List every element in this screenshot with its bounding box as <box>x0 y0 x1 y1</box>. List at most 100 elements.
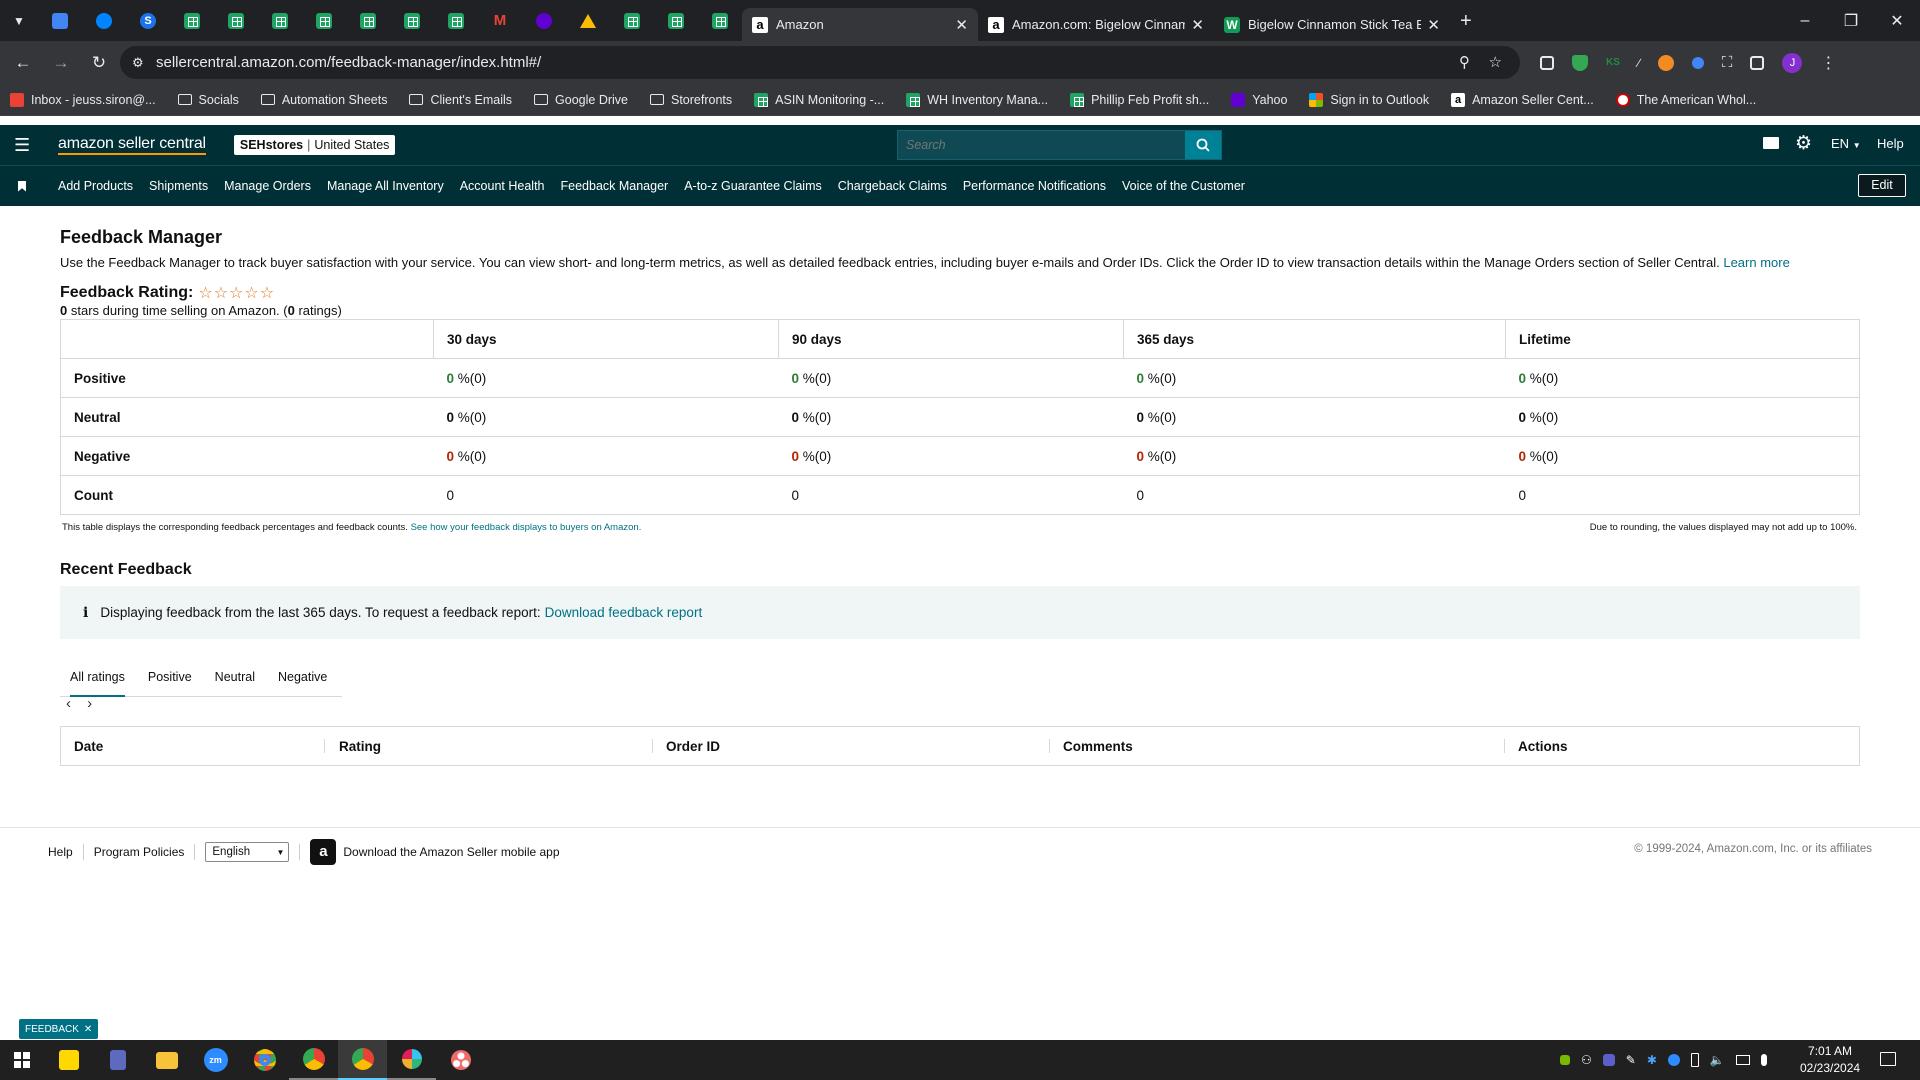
bookmark-storefronts[interactable]: Storefronts <box>650 93 732 107</box>
address-bar[interactable]: ⚙ sellercentral.amazon.com/feedback-mana… <box>120 46 1520 79</box>
pinned-tab-sheets[interactable] <box>434 0 478 41</box>
download-feedback-report-link[interactable]: Download feedback report <box>545 605 703 620</box>
column-rating[interactable]: Rating <box>339 739 381 754</box>
browser-tab-amazon[interactable]: a Amazon ✕ <box>742 8 978 41</box>
battery-icon[interactable] <box>1690 1053 1699 1067</box>
profile-avatar[interactable]: J <box>1782 52 1803 73</box>
nvidia-icon[interactable] <box>1560 1055 1570 1065</box>
close-tab-icon[interactable]: ✕ <box>1427 16 1440 34</box>
bookmark-yahoo[interactable]: Yahoo <box>1231 92 1287 107</box>
nav-feedback-manager[interactable]: Feedback Manager <box>561 179 669 193</box>
pinned-tab-s[interactable]: S <box>126 0 170 41</box>
tab-search-button[interactable]: ▼ <box>0 0 38 41</box>
extension-blue-icon[interactable] <box>1691 56 1704 69</box>
taskbar-chrome-1[interactable] <box>240 1040 289 1080</box>
search-button[interactable] <box>1185 131 1221 159</box>
zoom-icon[interactable]: ⚲ <box>1459 46 1470 79</box>
tab-neutral[interactable]: Neutral <box>215 670 255 684</box>
column-order-id[interactable]: Order ID <box>666 739 720 754</box>
amazon-seller-app-icon[interactable]: a <box>310 839 337 865</box>
taskbar-sticky-notes[interactable] <box>44 1040 93 1080</box>
restore-icon[interactable]: ❐ <box>1828 11 1874 31</box>
extensions-puzzle-icon[interactable]: ⛶ <box>1722 54 1733 71</box>
extension-orange-icon[interactable] <box>1657 54 1674 71</box>
bookmark-american-wholesale[interactable]: The American Whol... <box>1615 92 1756 107</box>
taskbar-chrome-2[interactable] <box>289 1040 338 1080</box>
taskbar-calculator[interactable] <box>93 1040 142 1080</box>
taskbar-zoom[interactable]: zm <box>191 1040 240 1080</box>
pinned-tab-gmail[interactable]: M <box>478 0 522 41</box>
pinned-tab-yahoo[interactable] <box>522 0 566 41</box>
microphone-icon[interactable] <box>1760 1054 1767 1066</box>
pinned-tab-docs[interactable] <box>38 0 82 41</box>
bookmark-automation-sheets[interactable]: Automation Sheets <box>260 93 387 107</box>
bookmark-clients-emails[interactable]: Client's Emails <box>409 93 512 107</box>
edit-nav-button[interactable]: Edit <box>1858 174 1906 197</box>
nav-a-to-z-claims[interactable]: A-to-z Guarantee Claims <box>684 179 822 193</box>
nav-manage-orders[interactable]: Manage Orders <box>224 179 311 193</box>
nav-voice-of-customer[interactable]: Voice of the Customer <box>1122 179 1245 193</box>
feedback-display-link[interactable]: See how your feedback displays to buyers… <box>411 522 642 533</box>
bookmark-outlook[interactable]: Sign in to Outlook <box>1309 92 1429 107</box>
bookmark-phillip-profit[interactable]: Phillip Feb Profit sh... <box>1070 92 1209 107</box>
feedback-badge[interactable]: FEEDBACK ✕ <box>19 1019 99 1039</box>
taskbar-file-explorer[interactable] <box>142 1040 191 1080</box>
nav-add-products[interactable]: Add Products <box>58 179 133 193</box>
pinned-tab-sheets[interactable] <box>170 0 214 41</box>
bookmark-asin-monitoring[interactable]: ASIN Monitoring -... <box>754 92 884 107</box>
chevron-left-icon[interactable]: ‹ <box>66 695 71 712</box>
settings-gear-icon[interactable]: ⚙ <box>1795 132 1812 155</box>
pinned-tab-sheets[interactable] <box>214 0 258 41</box>
new-tab-button[interactable]: + <box>1460 10 1472 33</box>
windows-start-button[interactable] <box>0 1040 44 1080</box>
extension-ks-icon[interactable]: KS <box>1606 57 1620 68</box>
store-marketplace-selector[interactable]: SEHstores | United States <box>233 135 396 155</box>
hamburger-menu-icon[interactable]: ☰ <box>14 135 46 156</box>
nav-manage-all-inventory[interactable]: Manage All Inventory <box>327 179 444 193</box>
side-panel-icon[interactable] <box>1750 55 1765 70</box>
bookmark-socials[interactable]: Socials <box>177 93 239 107</box>
column-actions[interactable]: Actions <box>1518 739 1568 754</box>
pen-icon[interactable]: ✎ <box>1626 1053 1636 1067</box>
nav-shipments[interactable]: Shipments <box>149 179 208 193</box>
pinned-tab-sheets[interactable] <box>346 0 390 41</box>
column-comments[interactable]: Comments <box>1063 739 1133 754</box>
site-info-icon[interactable]: ⚙ <box>132 46 144 79</box>
footer-language-select[interactable]: English ▼ <box>205 842 290 862</box>
bookmark-inbox[interactable]: Inbox - jeuss.siron@... <box>10 92 156 107</box>
back-icon[interactable]: ← <box>8 53 38 73</box>
zoom-tray-icon[interactable] <box>1667 1054 1680 1066</box>
nav-performance-notifications[interactable]: Performance Notifications <box>963 179 1106 193</box>
chevron-right-icon[interactable]: › <box>87 695 92 712</box>
mail-icon[interactable] <box>1763 137 1779 149</box>
browser-tab-amazon-product[interactable]: a Amazon.com: Bigelow Cinnamo ✕ <box>978 8 1214 41</box>
close-window-icon[interactable]: ✕ <box>1874 11 1920 31</box>
pinned-tab-sheets[interactable] <box>654 0 698 41</box>
notification-center-icon[interactable] <box>1880 1052 1896 1066</box>
footer-help-link[interactable]: Help <box>48 845 73 859</box>
network-icon[interactable] <box>1735 1055 1750 1065</box>
column-date[interactable]: Date <box>74 739 103 754</box>
tab-negative[interactable]: Negative <box>278 670 327 684</box>
minimize-icon[interactable]: – <box>1782 12 1828 30</box>
volume-icon[interactable]: 🔈 <box>1710 1053 1725 1067</box>
language-selector[interactable]: EN ▼ <box>1831 136 1861 151</box>
bookmark-wh-inventory[interactable]: WH Inventory Mana... <box>906 92 1048 107</box>
browser-tab-bigelow[interactable]: W Bigelow Cinnamon Stick Tea Ba ✕ <box>1214 8 1450 41</box>
bluetooth-icon[interactable]: ✱ <box>1647 1053 1657 1067</box>
download-app-link[interactable]: Download the Amazon Seller mobile app <box>343 845 559 859</box>
footer-program-policies-link[interactable]: Program Policies <box>94 845 185 859</box>
taskbar-slack[interactable] <box>387 1040 436 1080</box>
seller-central-logo[interactable]: amazon seller central <box>58 135 206 155</box>
close-tab-icon[interactable]: ✕ <box>1191 16 1204 34</box>
search-input[interactable] <box>898 138 1178 152</box>
nav-account-health[interactable]: Account Health <box>460 179 545 193</box>
forward-icon[interactable]: → <box>46 53 76 73</box>
extension-shield-icon[interactable] <box>1572 54 1588 71</box>
extension-qr-icon[interactable] <box>1540 55 1554 70</box>
extension-slash-icon[interactable]: ∕ <box>1638 56 1640 70</box>
tab-all-ratings[interactable]: All ratings <box>70 658 125 697</box>
search-box[interactable] <box>897 130 1222 160</box>
bookmark-amazon-seller[interactable]: a Amazon Seller Cent... <box>1451 92 1594 107</box>
nav-chargeback-claims[interactable]: Chargeback Claims <box>838 179 947 193</box>
